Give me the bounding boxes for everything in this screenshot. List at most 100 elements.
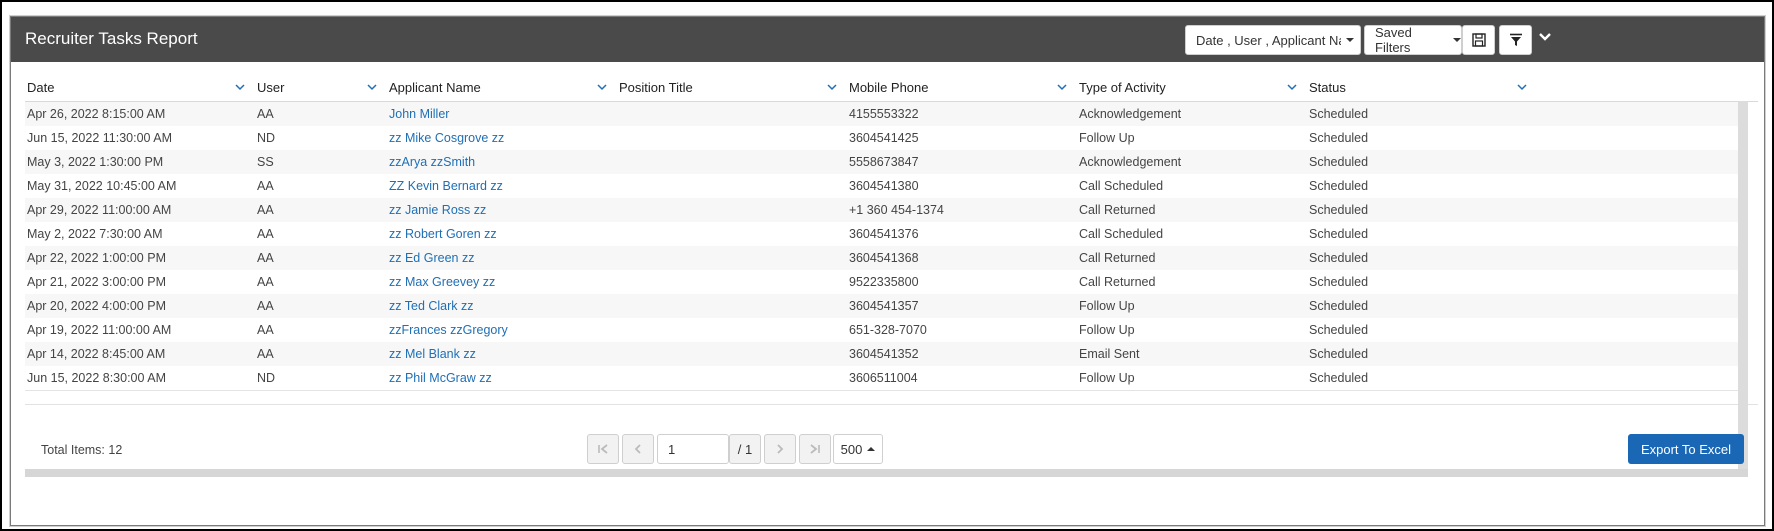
sort-chevron-icon[interactable]	[827, 83, 837, 91]
cell-date: Apr 29, 2022 11:00:00 AM	[27, 203, 172, 217]
cell-user: AA	[257, 299, 274, 313]
column-header-applicant-name[interactable]: Applicant Name	[389, 80, 481, 95]
cell-mobile-phone: 3606511004	[849, 371, 918, 385]
column-header-mobile-phone[interactable]: Mobile Phone	[849, 80, 929, 95]
cell-mobile-phone: 3604541425	[849, 131, 919, 145]
report-panel: Recruiter Tasks Report Date , User , App…	[10, 16, 1765, 526]
table-row[interactable]: May 31, 2022 10:45:00 AM AA ZZ Kevin Berna…	[25, 174, 1738, 199]
cell-date: Jun 15, 2022 8:30:00 AM	[27, 371, 166, 385]
cell-mobile-phone: 9522335800	[849, 275, 919, 289]
table-row[interactable]: Jun 15, 2022 11:30:00 AM ND zz Mike Cosgro…	[25, 126, 1738, 151]
previous-page-button[interactable]	[622, 434, 654, 464]
table-row[interactable]: Apr 26, 2022 8:15:00 AM AA John Miller 4155…	[25, 102, 1738, 127]
horizontal-scrollbar[interactable]	[25, 469, 1748, 477]
cell-type-of-activity: Call Scheduled	[1079, 227, 1164, 241]
cell-type-of-activity: Follow Up	[1079, 299, 1135, 313]
column-selector-dropdown[interactable]: Date , User , Applicant Name	[1185, 25, 1361, 55]
cell-date: Apr 19, 2022 11:00:00 AM	[27, 323, 172, 337]
sort-chevron-icon[interactable]	[1057, 83, 1067, 91]
table-row[interactable]: Apr 21, 2022 3:00:00 PM AA zz Max Greevey …	[25, 270, 1738, 295]
cell-applicant-name[interactable]: zz Mel Blank zz	[389, 347, 476, 361]
cell-user: ND	[257, 131, 276, 145]
page-size-value: 500	[840, 441, 863, 457]
saved-filters-label: Saved Filters	[1375, 25, 1412, 55]
cell-date: Apr 14, 2022 8:45:00 AM	[27, 347, 166, 361]
cell-applicant-name[interactable]: ZZ Kevin Bernard zz	[389, 179, 503, 193]
cell-applicant-name[interactable]: zz Max Greevey zz	[389, 275, 495, 289]
chevron-down-icon	[1453, 38, 1461, 42]
save-filter-button[interactable]	[1462, 25, 1495, 55]
table-row[interactable]: May 3, 2022 1:30:00 PM SS zzArya zzSmith 55…	[25, 150, 1738, 175]
cell-date: Apr 26, 2022 8:15:00 AM	[27, 107, 166, 121]
column-header-type-of-activity[interactable]: Type of Activity	[1079, 80, 1166, 95]
cell-date: Apr 22, 2022 1:00:00 PM	[27, 251, 166, 265]
cell-user: AA	[257, 323, 274, 337]
collapse-chevron-icon[interactable]	[1538, 31, 1552, 43]
last-page-icon	[810, 444, 820, 454]
cell-date: May 3, 2022 1:30:00 PM	[27, 155, 164, 169]
cell-applicant-name[interactable]: John Miller	[389, 107, 449, 121]
column-header-position-title[interactable]: Position Title	[619, 80, 693, 95]
table-header: Date User Applicant Name Position Title …	[25, 75, 1758, 102]
cell-type-of-activity: Acknowledgement	[1079, 107, 1182, 121]
first-page-icon	[598, 444, 608, 454]
cell-user: SS	[257, 155, 274, 169]
cell-applicant-name[interactable]: zzArya zzSmith	[389, 155, 475, 169]
column-header-date[interactable]: Date	[27, 80, 54, 95]
sort-chevron-icon[interactable]	[235, 83, 245, 91]
cell-status: Scheduled	[1309, 323, 1369, 337]
sort-chevron-icon[interactable]	[367, 83, 377, 91]
table-row[interactable]: Apr 22, 2022 1:00:00 PM AA zz Ed Green zz 3…	[25, 246, 1738, 271]
sort-chevron-icon[interactable]	[1517, 83, 1527, 91]
export-to-excel-button[interactable]: Export To Excel	[1628, 434, 1744, 464]
cell-date: May 31, 2022 10:45:00 AM	[27, 179, 177, 193]
cell-type-of-activity: Call Returned	[1079, 275, 1156, 289]
sort-chevron-icon[interactable]	[1287, 83, 1297, 91]
column-header-user[interactable]: User	[257, 80, 284, 95]
cell-applicant-name[interactable]: zz Ed Green zz	[389, 251, 474, 265]
cell-type-of-activity: Call Returned	[1079, 251, 1156, 265]
title-bar: Recruiter Tasks Report Date , User , App…	[11, 17, 1764, 62]
page-size-dropdown[interactable]: 500	[833, 434, 883, 464]
cell-applicant-name[interactable]: zz Ted Clark zz	[389, 299, 474, 313]
next-page-button[interactable]	[764, 434, 796, 464]
last-page-button[interactable]	[799, 434, 831, 464]
chevron-down-icon	[1346, 38, 1354, 42]
table-row[interactable]: Apr 20, 2022 4:00:00 PM AA zz Ted Clark zz…	[25, 294, 1738, 319]
cell-mobile-phone: 3604541357	[849, 299, 919, 313]
vertical-scrollbar[interactable]	[1738, 101, 1748, 469]
chevron-up-icon	[867, 447, 876, 451]
cell-applicant-name[interactable]: zz Robert Goren zz	[389, 227, 497, 241]
cell-date: May 2, 2022 7:30:00 AM	[27, 227, 163, 241]
cell-user: AA	[257, 275, 274, 289]
cell-status: Scheduled	[1309, 107, 1369, 121]
cell-mobile-phone: 651-328-7070	[849, 323, 927, 337]
first-page-button[interactable]	[587, 434, 619, 464]
table-row[interactable]: Jun 15, 2022 8:30:00 AM ND zz Phil McGraw …	[25, 366, 1738, 391]
filter-button[interactable]	[1499, 25, 1532, 55]
sort-chevron-icon[interactable]	[597, 83, 607, 91]
cell-applicant-name[interactable]: zz Phil McGraw zz	[389, 371, 492, 385]
saved-filters-dropdown[interactable]: Saved Filters	[1364, 25, 1462, 55]
page-number-input[interactable]: 1	[657, 434, 729, 464]
column-header-status[interactable]: Status	[1309, 80, 1346, 95]
cell-user: AA	[257, 347, 274, 361]
cell-status: Scheduled	[1309, 275, 1369, 289]
cell-mobile-phone: 3604541380	[849, 179, 919, 193]
cell-status: Scheduled	[1309, 203, 1369, 217]
cell-status: Scheduled	[1309, 131, 1369, 145]
total-items-label: Total Items: 12	[41, 443, 123, 457]
cell-applicant-name[interactable]: zz Jamie Ross zz	[389, 203, 486, 217]
cell-mobile-phone: 3604541368	[849, 251, 919, 265]
cell-type-of-activity: Follow Up	[1079, 323, 1135, 337]
cell-mobile-phone: 5558673847	[849, 155, 919, 169]
table-row[interactable]: Apr 14, 2022 8:45:00 AM AA zz Mel Blank zz…	[25, 342, 1738, 367]
table-row[interactable]: Apr 19, 2022 11:00:00 AM AA zzFrances zzGr…	[25, 318, 1738, 343]
chevron-left-icon	[634, 444, 641, 454]
cell-status: Scheduled	[1309, 347, 1369, 361]
table-row[interactable]: May 2, 2022 7:30:00 AM AA zz Robert Goren …	[25, 222, 1738, 247]
cell-applicant-name[interactable]: zz Mike Cosgrove zz	[389, 131, 504, 145]
cell-status: Scheduled	[1309, 299, 1369, 313]
table-row[interactable]: Apr 29, 2022 11:00:00 AM AA zz Jamie Ross …	[25, 198, 1738, 223]
cell-applicant-name[interactable]: zzFrances zzGregory	[389, 323, 508, 337]
